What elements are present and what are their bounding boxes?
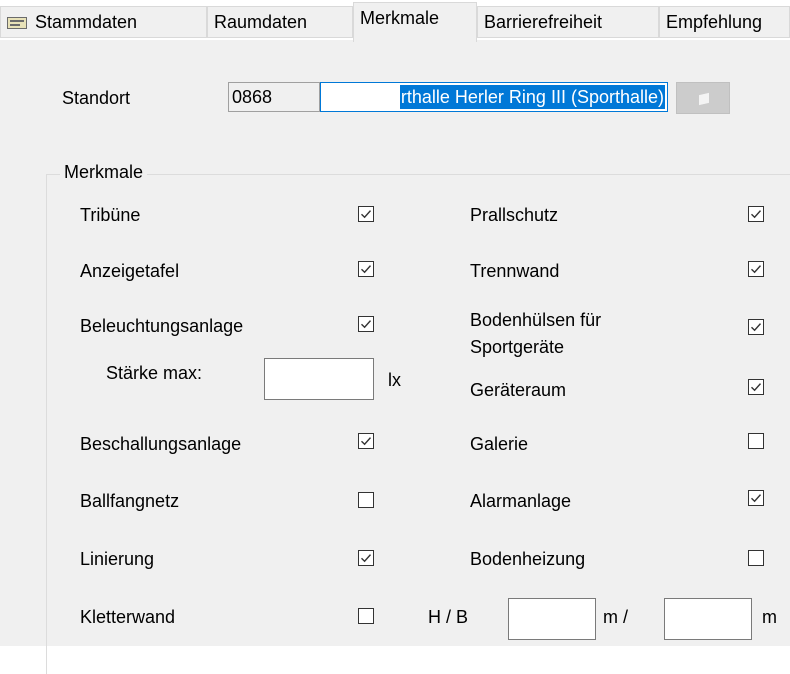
anzeigetafel-label: Anzeigetafel (80, 261, 180, 281)
tab-barrierefreiheit[interactable]: Barrierefreiheit (477, 6, 659, 38)
bodenheizung-label: Bodenheizung (470, 549, 586, 569)
trennwand-checkbox[interactable] (748, 261, 764, 277)
prallschutz-checkbox[interactable] (748, 206, 764, 222)
ballfangnetz-label: Ballfangnetz (80, 491, 180, 511)
tab-label: Empfehlung (666, 12, 763, 32)
geraeteraum-checkbox[interactable] (748, 379, 764, 395)
beleuchtungsanlage-checkbox[interactable] (358, 316, 374, 332)
alarmanlage-checkbox[interactable] (748, 490, 764, 506)
bodenheizung-checkbox[interactable] (748, 550, 764, 566)
hb-label: H / B (428, 607, 469, 627)
standort-label: Standort (62, 88, 131, 108)
alarmanlage-label: Alarmanlage (470, 491, 572, 511)
hb-unit1-label: m / (603, 607, 628, 627)
staerke-max-input[interactable] (264, 358, 374, 400)
tribuene-checkbox[interactable] (358, 206, 374, 222)
standort-name-field[interactable]: rthalle Herler Ring III (Sporthalle) (320, 82, 668, 112)
trennwand-label: Trennwand (470, 261, 560, 281)
tab-merkmale[interactable]: Merkmale (353, 2, 477, 42)
standort-code-field[interactable]: 0868 (228, 82, 320, 112)
beleuchtungsanlage-label: Beleuchtungsanlage (80, 316, 244, 336)
pick-arrow-icon (699, 92, 709, 106)
anzeigetafel-checkbox[interactable] (358, 261, 374, 277)
tab-strip: Stammdaten Raumdaten Merkmale Barrierefr… (0, 0, 790, 42)
bodenhuelsen-checkbox[interactable] (748, 319, 764, 335)
tab-empfehlung[interactable]: Empfehlung (659, 6, 790, 38)
tab-label: Barrierefreiheit (484, 12, 603, 32)
bodenhuelsen-label: Bodenhülsen für Sportgeräte (470, 310, 602, 357)
breite-input[interactable] (664, 598, 752, 640)
standort-pick-button[interactable] (676, 82, 730, 114)
prallschutz-label: Prallschutz (470, 205, 559, 225)
tab-label: Stammdaten (35, 12, 138, 32)
tab-label: Raumdaten (214, 12, 308, 32)
standort-name-text: rthalle Herler Ring III (Sporthalle) (399, 85, 665, 109)
linierung-label: Linierung (80, 549, 155, 569)
beschallungsanlage-checkbox[interactable] (358, 433, 374, 449)
tab-label: Merkmale (360, 8, 440, 28)
staerke-unit-label: lx (388, 370, 401, 390)
kletterwand-label: Kletterwand (80, 607, 176, 627)
hoehe-input[interactable] (508, 598, 596, 640)
linierung-checkbox[interactable] (358, 550, 374, 566)
beschallungsanlage-label: Beschallungsanlage (80, 434, 242, 454)
merkmale-panel: Standort 0868 rthalle Herler Ring III (S… (0, 40, 790, 674)
tab-raumdaten[interactable]: Raumdaten (207, 6, 353, 38)
hb-unit2-label: m (762, 607, 777, 627)
galerie-checkbox[interactable] (748, 433, 764, 449)
kletterwand-checkbox[interactable] (358, 608, 374, 624)
table-icon (7, 15, 29, 31)
tribuene-label: Tribüne (80, 205, 141, 225)
geraeteraum-label: Geräteraum (470, 380, 567, 400)
tab-stammdaten[interactable]: Stammdaten (0, 6, 207, 38)
galerie-label: Galerie (470, 434, 529, 454)
merkmale-group-title: Merkmale (60, 160, 148, 184)
ballfangnetz-checkbox[interactable] (358, 492, 374, 508)
staerke-max-label: Stärke max: (106, 363, 203, 383)
